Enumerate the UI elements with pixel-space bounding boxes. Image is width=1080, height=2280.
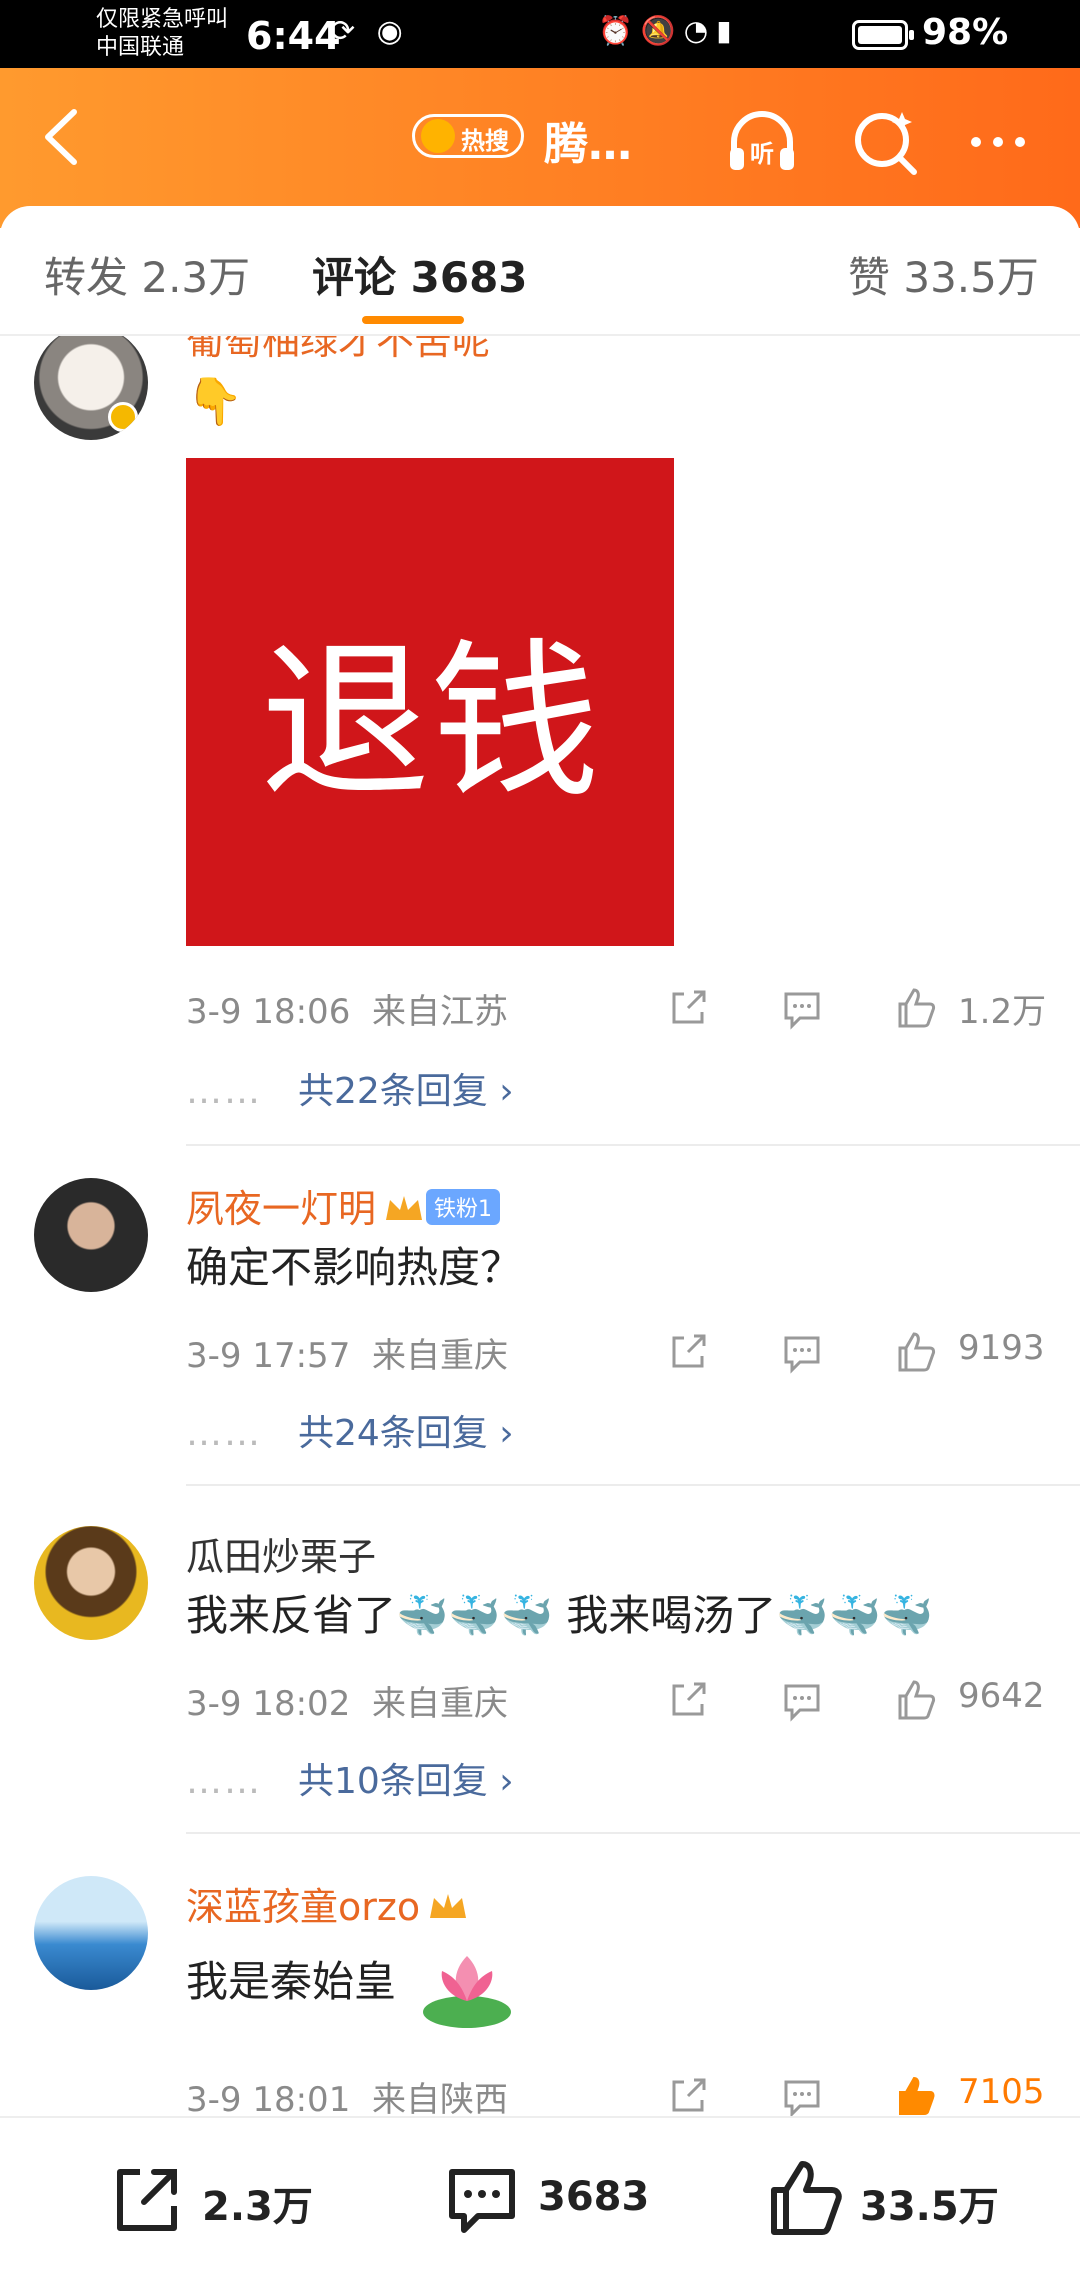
- tab-bar: 转发 2.3万 评论 3683 赞 33.5万: [0, 206, 1080, 336]
- share-icon[interactable]: [666, 2074, 710, 2116]
- nfc-eye-icons: ⟳ ◉: [330, 14, 409, 49]
- tab-repost[interactable]: 转发 2.3万: [44, 244, 250, 305]
- header-bar: 热搜 腾… 听: [0, 68, 1080, 228]
- comment-button[interactable]: 3683: [444, 2154, 664, 2244]
- username[interactable]: 夙夜一灯明 铁粉1: [186, 1178, 501, 1233]
- clock: 6:44: [246, 14, 341, 58]
- share-icon[interactable]: [666, 986, 710, 1030]
- replies-link[interactable]: …… 共22条回复 ›: [186, 1062, 514, 1114]
- comment-icon[interactable]: [780, 1330, 824, 1374]
- comment-meta: 3-9 18:01 来自陕西: [186, 2080, 508, 2116]
- like-icon-active[interactable]: [894, 2074, 938, 2116]
- comment-icon[interactable]: [780, 2074, 824, 2116]
- divider: [186, 1484, 1080, 1486]
- bottom-action-bar: 2.3万 3683 33.5万: [0, 2116, 1080, 2280]
- replies-link[interactable]: …… 共24条回复 ›: [186, 1404, 514, 1456]
- username[interactable]: 瓜田炒栗子: [186, 1526, 376, 1581]
- comment-text: 确定不影响热度？: [186, 1243, 523, 1292]
- svg-text:听: 听: [750, 140, 774, 168]
- tab-comments[interactable]: 评论 3683: [312, 244, 528, 305]
- divider: [186, 1832, 1080, 1834]
- page-title: 腾…: [544, 119, 632, 170]
- wifi-icon: ◔: [683, 14, 717, 47]
- avatar[interactable]: [34, 1876, 148, 1990]
- avatar[interactable]: [34, 1526, 148, 1640]
- crown-icon: [386, 1196, 423, 1220]
- username[interactable]: 葡萄柚绿才不苦呢: [186, 336, 490, 365]
- carrier-info: 仅限紧急呼叫 中国联通: [96, 7, 229, 60]
- active-tab-indicator: [362, 316, 464, 324]
- like-button[interactable]: 33.5万: [766, 2154, 1016, 2244]
- comment-icon[interactable]: [780, 986, 824, 1030]
- like-count: 1.2万: [958, 992, 1047, 1032]
- comment-image[interactable]: 退钱: [186, 458, 674, 946]
- search-icon[interactable]: [846, 102, 926, 182]
- more-icon[interactable]: [960, 102, 1040, 182]
- share-icon[interactable]: [666, 1330, 710, 1374]
- comment-text: 👇: [186, 374, 244, 428]
- comment-icon[interactable]: [780, 1678, 824, 1722]
- comment-meta: 3-9 18:02 来自重庆: [186, 1684, 508, 1724]
- fan-badge: 铁粉1: [426, 1189, 501, 1225]
- username[interactable]: 深蓝孩童orzo: [186, 1876, 470, 1931]
- comment-meta: 3-9 17:57 来自重庆: [186, 1336, 508, 1376]
- share-icon[interactable]: [666, 1678, 710, 1722]
- battery-percent: 98%: [922, 12, 1009, 53]
- hot-search-badge[interactable]: 热搜: [412, 114, 524, 158]
- image-text: 退钱: [259, 624, 600, 822]
- listen-headphone-icon[interactable]: 听: [722, 102, 802, 182]
- signal-icon: ▮: [716, 14, 740, 47]
- crown-icon: [430, 1894, 467, 1918]
- lotus-sticker-icon: [423, 1956, 511, 2028]
- mute-icon: 🔕: [640, 14, 684, 47]
- like-icon: [771, 2161, 842, 2235]
- alarm-icon: ⏰: [598, 14, 641, 47]
- search-icon: [421, 119, 455, 153]
- like-icon[interactable]: [894, 1330, 938, 1374]
- like-icon[interactable]: [894, 1678, 938, 1722]
- like-count: 9193: [958, 1328, 1045, 1368]
- avatar[interactable]: [34, 1178, 148, 1292]
- like-icon[interactable]: [894, 986, 938, 1030]
- comment-text: 我来反省了🐳🐳🐳 我来喝汤了🐳🐳🐳: [186, 1591, 934, 1640]
- replies-link[interactable]: …… 共10条回复 ›: [186, 1752, 514, 1804]
- comment-icon: [449, 2169, 515, 2233]
- comment-meta: 3-9 18:06 来自江苏: [186, 992, 508, 1032]
- like-count: 7105: [958, 2072, 1045, 2112]
- tab-likes[interactable]: 赞 33.5万: [848, 244, 1039, 305]
- share-icon: [117, 2169, 177, 2231]
- repost-button[interactable]: 2.3万: [108, 2154, 328, 2244]
- battery-icon: [852, 20, 914, 50]
- divider: [186, 1144, 1080, 1146]
- status-bar: 仅限紧急呼叫 中国联通 6:44 ⟳ ◉ ⏰🔕◔▮ 98%: [0, 0, 1080, 68]
- like-count: 9642: [958, 1676, 1045, 1716]
- comment-list[interactable]: 葡萄柚绿才不苦呢 👇 退钱 3-9 18:06 来自江苏 1.2万 …… 共22条…: [0, 336, 1080, 2116]
- comment-text: 我是秦始皇: [186, 1957, 397, 2006]
- verified-icon: [108, 402, 138, 432]
- system-icons: ⏰🔕◔▮: [598, 14, 740, 47]
- avatar[interactable]: [34, 336, 148, 440]
- back-icon[interactable]: [34, 102, 94, 172]
